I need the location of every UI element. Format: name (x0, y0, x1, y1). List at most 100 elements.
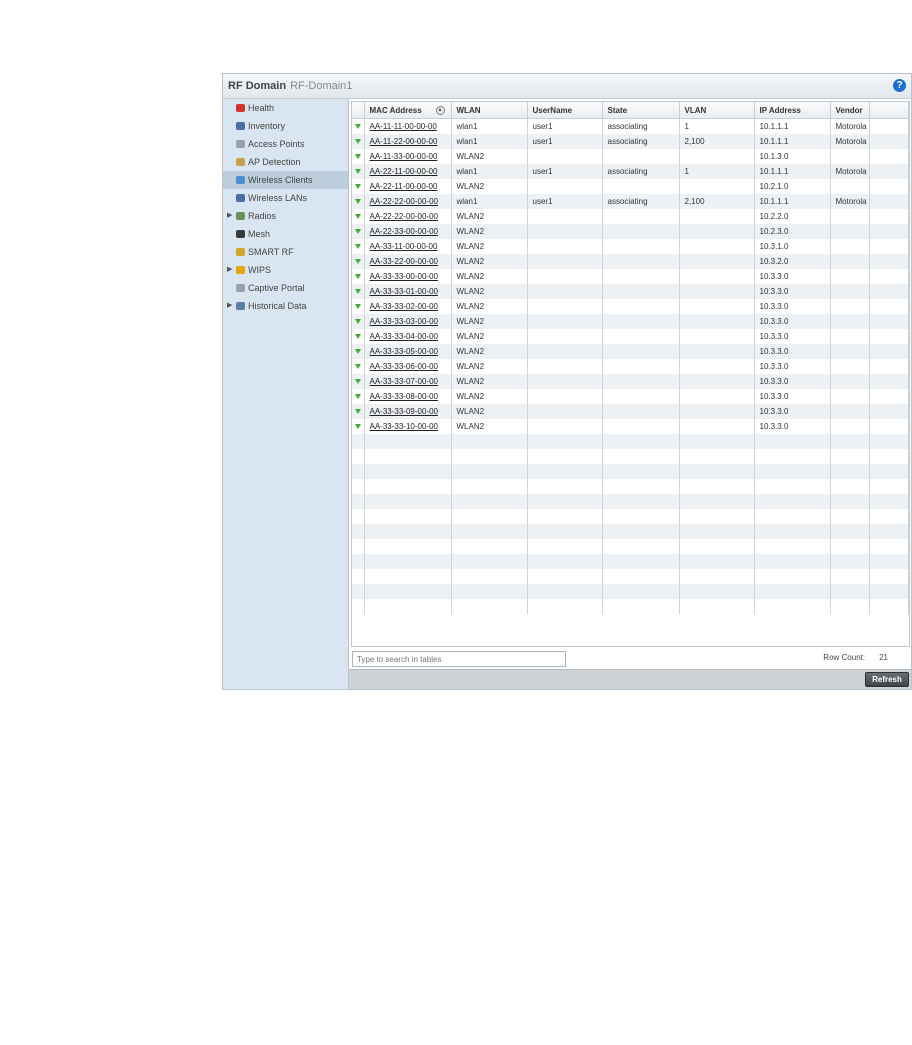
cell-mac-address[interactable]: AA-33-33-06-00-00 (370, 362, 438, 371)
table-row[interactable]: AA-33-33-04-00-00 WLAN2 10.3.3.0 (352, 329, 909, 344)
cell-vlan: 1 (684, 122, 689, 131)
cell-wlan: WLAN2 (456, 212, 485, 221)
table-row (352, 509, 909, 524)
expand-arrow-icon[interactable]: ▶ (227, 297, 232, 315)
ap-detection-icon (235, 155, 246, 166)
cell-ip-address: 10.1.1.1 (759, 122, 789, 131)
cell-mac-address[interactable]: AA-33-33-10-00-00 (370, 422, 438, 431)
sidebar-item-inventory[interactable]: Inventory (223, 117, 348, 135)
cell-mac-address[interactable]: AA-22-33-00-00-00 (370, 227, 438, 236)
cell-mac-address[interactable]: AA-33-33-03-00-00 (370, 317, 438, 326)
table-row[interactable]: AA-11-11-00-00-00 wlan1 user1 associating 1 1… (352, 118, 909, 134)
table-row[interactable]: AA-11-22-00-00-00 wlan1 user1 associating 2,… (352, 134, 909, 149)
table-row[interactable]: AA-33-33-02-00-00 WLAN2 10.3.3.0 (352, 299, 909, 314)
cell-mac-address[interactable]: AA-22-11-00-00-00 (370, 182, 438, 191)
table-row[interactable]: AA-33-33-00-00-00 WLAN2 10.3.3.0 (352, 269, 909, 284)
cell-wlan: WLAN2 (456, 152, 485, 161)
cell-mac-address[interactable]: AA-22-22-00-00-00 (370, 197, 438, 206)
column-header-vlan[interactable]: VLAN (679, 102, 755, 119)
cell-mac-address[interactable]: AA-33-33-07-00-00 (370, 377, 438, 386)
table-row[interactable]: AA-33-33-07-00-00 WLAN2 10.3.3.0 (352, 374, 909, 389)
green-arrow-icon (354, 362, 362, 370)
sidebar-item-label: Radios (248, 211, 277, 221)
table-row[interactable]: AA-33-33-09-00-00 WLAN2 10.3.3.0 (352, 404, 909, 419)
cell-state: associating (607, 197, 648, 206)
sidebar-item-wireless-lans[interactable]: Wireless LANs (223, 189, 348, 207)
table-row[interactable]: AA-33-33-03-00-00 WLAN2 10.3.3.0 (352, 314, 909, 329)
column-header-wlan[interactable]: WLAN (451, 102, 528, 119)
table-row[interactable]: AA-33-22-00-00-00 WLAN2 10.3.2.0 (352, 254, 909, 269)
sidebar-item-captive-portal[interactable]: Captive Portal (223, 279, 348, 297)
cell-mac-address[interactable]: AA-11-22-00-00-00 (370, 137, 438, 146)
table-row[interactable]: AA-11-33-00-00-00 WLAN2 10.1.3.0 (352, 149, 909, 164)
table-row[interactable]: AA-22-33-00-00-00 WLAN2 10.2.3.0 (352, 224, 909, 239)
table-row (352, 539, 909, 554)
cell-wlan: WLAN2 (456, 182, 485, 191)
green-arrow-icon (354, 212, 362, 220)
table-row[interactable]: AA-33-33-10-00-00 WLAN2 10.3.3.0 (352, 419, 909, 434)
cell-wlan: WLAN2 (456, 227, 485, 236)
sidebar-item-label: Mesh (248, 229, 271, 239)
sidebar-item-ap-detection[interactable]: AP Detection (223, 153, 348, 171)
expand-arrow-icon[interactable]: ▶ (227, 207, 232, 225)
sidebar-item-radios[interactable]: ▶ Radios (223, 207, 348, 225)
sidebar-item-access-points[interactable]: Access Points (223, 135, 348, 153)
cell-wlan: WLAN2 (456, 392, 485, 401)
cell-mac-address[interactable]: AA-33-33-08-00-00 (370, 392, 438, 401)
column-header-vendor[interactable]: Vendor (830, 102, 870, 119)
green-arrow-icon (354, 302, 362, 310)
refresh-button[interactable]: Refresh (865, 672, 909, 687)
cell-ip-address: 10.3.3.0 (759, 317, 789, 326)
table-row[interactable]: AA-33-33-08-00-00 WLAN2 10.3.3.0 (352, 389, 909, 404)
cell-ip-address: 10.3.3.0 (759, 347, 789, 356)
green-arrow-icon (354, 392, 362, 400)
cell-mac-address[interactable]: AA-33-33-01-00-00 (370, 287, 438, 296)
column-header-ip-address[interactable]: IP Address (754, 102, 831, 119)
column-header-mac-address[interactable]: MAC Address ▴ (364, 102, 452, 119)
cell-mac-address[interactable]: AA-11-11-00-00-00 (370, 122, 437, 131)
expand-arrow-icon[interactable]: ▶ (227, 261, 232, 279)
cell-mac-address[interactable]: AA-22-11-00-00-00 (370, 167, 438, 176)
cell-vendor: Motorola (835, 197, 867, 206)
table-row[interactable]: AA-22-22-00-00-00 wlan1 user1 associating 2,… (352, 194, 909, 209)
table-row[interactable]: AA-22-22-00-00-00 WLAN2 10.2.2.0 (352, 209, 909, 224)
cell-mac-address[interactable]: AA-22-22-00-00-00 (370, 212, 438, 221)
column-header-username[interactable]: UserName (527, 102, 603, 119)
cell-mac-address[interactable]: AA-33-33-09-00-00 (370, 407, 438, 416)
cell-vlan: 1 (684, 167, 689, 176)
table-row[interactable]: AA-33-33-05-00-00 WLAN2 10.3.3.0 (352, 344, 909, 359)
sidebar-item-mesh[interactable]: Mesh (223, 225, 348, 243)
sidebar-item-label: Health (248, 103, 275, 113)
cell-mac-address[interactable]: AA-33-22-00-00-00 (370, 257, 438, 266)
cell-mac-address[interactable]: AA-11-33-00-00-00 (370, 152, 438, 161)
sidebar-item-wips[interactable]: ▶ WIPS (223, 261, 348, 279)
table-row[interactable]: AA-33-11-00-00-00 WLAN2 10.3.1.0 (352, 239, 909, 254)
table-row[interactable]: AA-22-11-00-00-00 WLAN2 10.2.1.0 (352, 179, 909, 194)
cell-mac-address[interactable]: AA-33-33-00-00-00 (370, 272, 438, 281)
cell-ip-address: 10.3.1.0 (759, 242, 789, 251)
sidebar-item-smart-rf[interactable]: SMART RF (223, 243, 348, 261)
cell-wlan: wlan1 (456, 167, 478, 176)
cell-mac-address[interactable]: AA-33-33-05-00-00 (370, 347, 438, 356)
help-icon[interactable]: ? (893, 79, 906, 92)
sidebar-item-historical-data[interactable]: ▶ Historical Data (223, 297, 348, 315)
table-row (352, 434, 909, 449)
cell-mac-address[interactable]: AA-33-11-00-00-00 (370, 242, 438, 251)
cell-wlan: WLAN2 (456, 302, 485, 311)
sidebar-item-health[interactable]: Health (223, 99, 348, 117)
column-header-label: UserName (532, 105, 573, 115)
table-row[interactable]: AA-22-11-00-00-00 wlan1 user1 associating 1 1… (352, 164, 909, 179)
column-header-state[interactable]: State (602, 102, 680, 119)
table-row[interactable]: AA-33-33-06-00-00 WLAN2 10.3.3.0 (352, 359, 909, 374)
cell-ip-address: 10.3.3.0 (759, 407, 789, 416)
sidebar-item-wireless-clients[interactable]: Wireless Clients (223, 171, 348, 189)
sidebar-item-label: Historical Data (248, 301, 307, 311)
cell-ip-address: 10.3.3.0 (759, 422, 789, 431)
sidebar-item-label: WIPS (248, 265, 272, 275)
search-input[interactable] (352, 651, 566, 667)
cell-mac-address[interactable]: AA-33-33-04-00-00 (370, 332, 438, 341)
sort-ascending-icon[interactable]: ▴ (435, 106, 445, 115)
cell-mac-address[interactable]: AA-33-33-02-00-00 (370, 302, 438, 311)
table-row[interactable]: AA-33-33-01-00-00 WLAN2 10.3.3.0 (352, 284, 909, 299)
table-row (352, 494, 909, 509)
